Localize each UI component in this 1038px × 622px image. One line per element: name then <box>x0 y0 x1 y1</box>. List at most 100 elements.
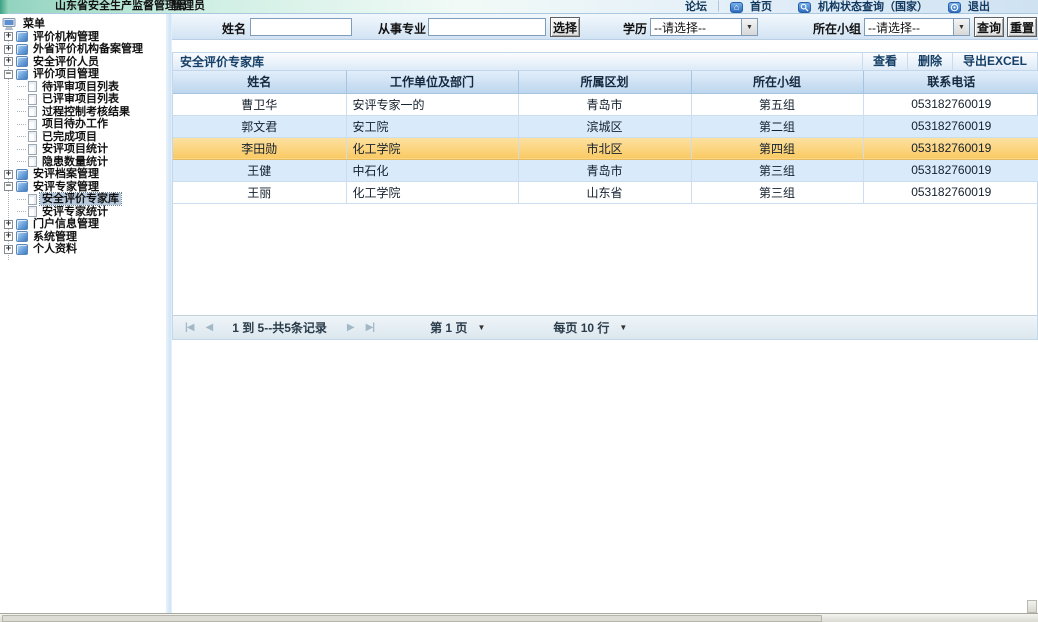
status-query-link[interactable]: 机构状态查询（国家） <box>818 1 928 14</box>
tree-connector <box>17 211 26 212</box>
sidebar-item-label[interactable]: 安评档案管理 <box>31 168 101 180</box>
sidebar-item[interactable]: + 门户信息管理 <box>0 218 166 231</box>
table-cell: 第三组 <box>691 159 863 181</box>
sidebar-item-label[interactable]: 安评专家管理 <box>31 181 101 193</box>
sidebar-item-label[interactable]: 评价机构管理 <box>31 31 101 43</box>
expand-icon[interactable]: + <box>4 245 13 254</box>
collapse-icon[interactable]: − <box>4 182 13 191</box>
tree-connector <box>17 86 26 87</box>
sidebar-item[interactable]: + 安全评价人员 <box>0 56 166 69</box>
group-label: 所在小组 <box>813 20 861 37</box>
sidebar-item[interactable]: 安评专家统计 <box>0 206 166 219</box>
sidebar-item-label[interactable]: 项目待办工作 <box>40 118 110 130</box>
sidebar-item-label[interactable]: 外省评价机构备案管理 <box>31 43 145 55</box>
last-page-icon[interactable]: ▶| <box>360 322 381 333</box>
reset-button[interactable]: 重置 <box>1007 17 1037 37</box>
collapse-icon[interactable]: − <box>4 70 13 79</box>
table-row[interactable]: 李田勋化工学院市北区第四组053182760019 <box>173 137 1038 159</box>
sidebar-item[interactable]: 已完成项目 <box>0 131 166 144</box>
expand-icon[interactable]: + <box>4 57 13 66</box>
prev-page-icon[interactable]: ◀ <box>200 322 219 333</box>
horizontal-scrollbar[interactable] <box>0 613 1038 622</box>
table-cell: 中石化 <box>346 159 518 181</box>
sidebar-item[interactable]: 过程控制考核结果 <box>0 106 166 119</box>
table-row[interactable]: 王丽化工学院山东省第三组053182760019 <box>173 181 1038 203</box>
table-header-row: 姓名 工作单位及部门 所属区划 所在小组 联系电话 <box>173 71 1038 93</box>
sidebar-item-label[interactable]: 系统管理 <box>31 231 79 243</box>
sidebar-item[interactable]: + 安评档案管理 <box>0 168 166 181</box>
education-select[interactable]: --请选择-- ▼ <box>650 18 758 36</box>
table-row[interactable]: 王健中石化青岛市第三组053182760019 <box>173 159 1038 181</box>
profession-input[interactable] <box>428 18 546 36</box>
sidebar-item[interactable]: − 评价项目管理 <box>0 68 166 81</box>
expand-icon[interactable]: + <box>4 32 13 41</box>
sidebar-item[interactable]: − 安评专家管理 <box>0 181 166 194</box>
sidebar-item[interactable]: 已评审项目列表 <box>0 93 166 106</box>
group-select[interactable]: --请选择-- ▼ <box>864 18 970 36</box>
sidebar-item-label[interactable]: 评价项目管理 <box>31 68 101 80</box>
sidebar-item-label[interactable]: 过程控制考核结果 <box>40 106 132 118</box>
column-header-phone[interactable]: 联系电话 <box>863 71 1038 93</box>
sidebar-item-label[interactable]: 安评专家统计 <box>40 206 110 218</box>
expand-icon[interactable]: + <box>4 45 13 54</box>
sidebar-item-label[interactable]: 安全评价人员 <box>31 56 101 68</box>
expert-table: 姓名 工作单位及部门 所属区划 所在小组 联系电话 曹卫华安评专家一的青岛市第五… <box>173 71 1038 204</box>
expand-icon[interactable]: + <box>4 220 13 229</box>
education-selected-value: --请选择-- <box>651 19 741 36</box>
delete-button[interactable]: 删除 <box>907 53 952 70</box>
next-page-icon[interactable]: ▶ <box>341 322 360 333</box>
top-bar: 山东省安全生产监督管理局 管理员 论坛 ｜ ⌂ 首页 机构状态查询（国家） 退出 <box>0 0 1038 14</box>
sidebar-item-label[interactable]: 隐患数量统计 <box>40 156 110 168</box>
sidebar-item-label[interactable]: 已评审项目列表 <box>40 93 121 105</box>
sidebar-item-label[interactable]: 已完成项目 <box>40 131 99 143</box>
table-row[interactable]: 曹卫华安评专家一的青岛市第五组053182760019 <box>173 93 1038 115</box>
table-cell: 曹卫华 <box>173 93 346 115</box>
sidebar-item[interactable]: 待评审项目列表 <box>0 81 166 94</box>
column-header-name[interactable]: 姓名 <box>173 71 346 93</box>
sidebar-item-label[interactable]: 门户信息管理 <box>31 218 101 230</box>
sidebar-item[interactable]: + 外省评价机构备案管理 <box>0 43 166 56</box>
column-header-group[interactable]: 所在小组 <box>691 71 863 93</box>
sidebar-item[interactable]: 安全评价专家库 <box>0 193 166 206</box>
chevron-down-icon[interactable]: ▼ <box>741 19 757 35</box>
choose-button[interactable]: 选择 <box>550 17 580 37</box>
table-cell: 第四组 <box>691 137 863 159</box>
sidebar-item[interactable]: + 个人资料 <box>0 243 166 256</box>
query-button[interactable]: 查询 <box>974 17 1004 37</box>
tree-connector <box>17 136 26 137</box>
sidebar-item[interactable]: 隐患数量统计 <box>0 156 166 169</box>
chevron-down-icon[interactable]: ▼ <box>953 19 969 35</box>
page-size-dropdown-icon[interactable]: ▼ <box>613 323 627 332</box>
filter-toolbar: 姓名 从事专业 选择 学历 --请选择-- ▼ 所在小组 --请选择-- ▼ 查… <box>172 14 1038 40</box>
home-link[interactable]: 首页 <box>750 1 772 14</box>
column-header-unit[interactable]: 工作单位及部门 <box>346 71 518 93</box>
page-dropdown-icon[interactable]: ▼ <box>471 323 485 332</box>
sidebar-root[interactable]: 菜单 <box>0 18 166 31</box>
sidebar-item-label[interactable]: 待评审项目列表 <box>40 81 121 93</box>
logout-link[interactable]: 退出 <box>968 1 990 14</box>
sidebar-item[interactable]: 安评项目统计 <box>0 143 166 156</box>
name-input[interactable] <box>250 18 352 36</box>
export-excel-button[interactable]: 导出EXCEL <box>952 53 1037 70</box>
sidebar-item[interactable]: + 系统管理 <box>0 231 166 244</box>
forum-link[interactable]: 论坛 <box>685 1 707 14</box>
scrollbar-thumb[interactable] <box>2 615 822 622</box>
vertical-scrollbar-button[interactable] <box>1027 600 1037 613</box>
table-cell: 第三组 <box>691 181 863 203</box>
expand-icon[interactable]: + <box>4 170 13 179</box>
first-page-icon[interactable]: |◀ <box>179 322 200 333</box>
link-separator: ｜ <box>713 1 724 14</box>
application-window: 山东省安全生产监督管理局 管理员 论坛 ｜ ⌂ 首页 机构状态查询（国家） 退出… <box>0 0 1038 622</box>
sidebar-item-label[interactable]: 安评项目统计 <box>40 143 110 155</box>
sidebar-item[interactable]: + 评价机构管理 <box>0 31 166 44</box>
sidebar-item-label[interactable]: 个人资料 <box>31 243 79 255</box>
sidebar-item-label[interactable]: 安全评价专家库 <box>40 193 121 205</box>
expand-icon[interactable]: + <box>4 232 13 241</box>
table-row[interactable]: 郭文君安工院滨城区第二组053182760019 <box>173 115 1038 137</box>
sidebar-root-label: 菜单 <box>21 18 47 30</box>
view-button[interactable]: 查看 <box>862 53 907 70</box>
sidebar-item[interactable]: 项目待办工作 <box>0 118 166 131</box>
grid-actions: 查看 删除 导出EXCEL <box>862 53 1037 70</box>
column-header-region[interactable]: 所属区划 <box>518 71 691 93</box>
records-summary: 1 到 5--共5条记录 <box>232 319 327 336</box>
